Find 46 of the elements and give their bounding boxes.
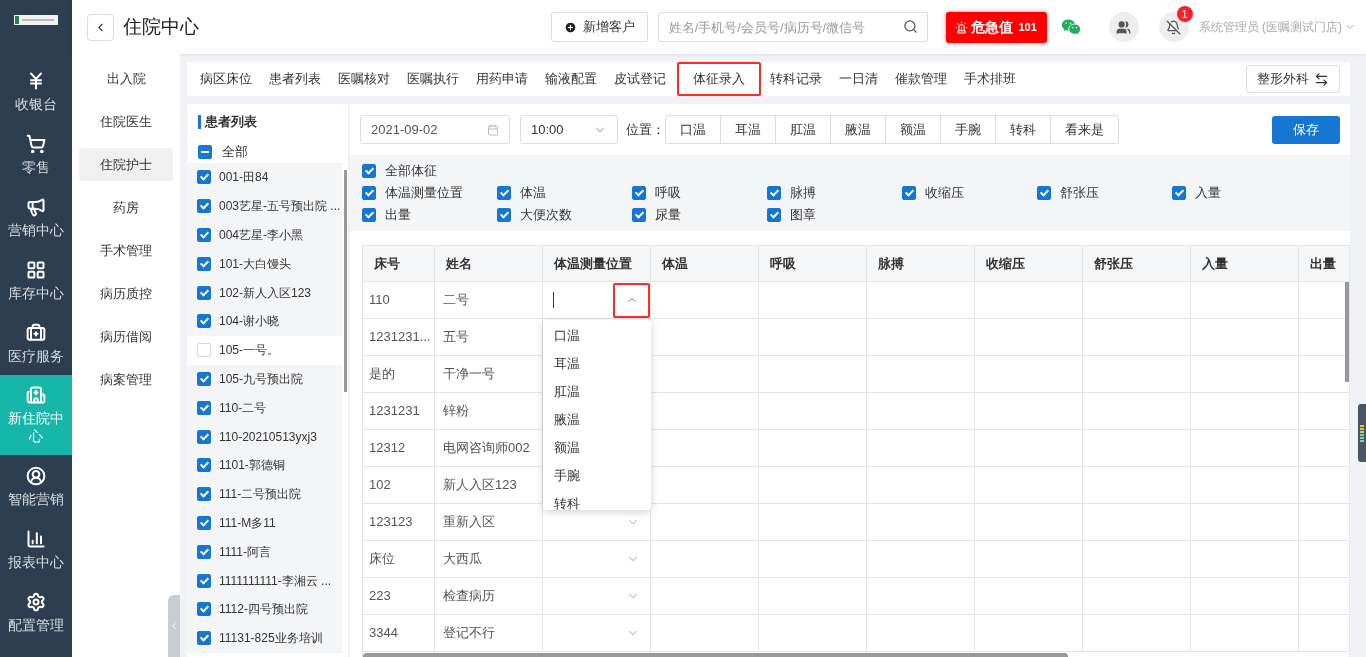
notification-badge: 1 [1176,6,1193,22]
column-header: 床号 [363,246,435,281]
checkbox-label: 舒张压 [1060,184,1099,203]
table-cell: 登记不行 [435,615,543,651]
table-cell: 3344 [363,615,435,651]
checkbox-label: 全部体征 [385,162,437,181]
table-cell: 二号 [435,282,543,318]
checkbox-label: 脉搏 [790,184,816,203]
checkbox-label: 体温测量位置 [385,184,463,203]
column-header: 出量 [1299,246,1349,281]
checkbox-label: 入量 [1195,184,1221,203]
table-cell: 123123 [363,504,435,540]
table-cell: 新人入区123 [435,467,543,503]
table-cell: 重新入区 [435,504,543,540]
checkbox-label: 收缩压 [925,184,964,203]
column-header: 呼吸 [759,246,867,281]
checkbox-label: 出量 [385,206,411,225]
column-header: 舒张压 [1083,246,1191,281]
table-cell: 干净一号 [435,356,543,392]
table-cell: 1231231... [363,319,435,355]
table-cell: 是的 [363,356,435,392]
table-cell: 12312 [363,430,435,466]
checkbox-label: 大便次数 [520,206,572,225]
table-cell: 大西瓜 [435,541,543,577]
table-cell: 102 [363,467,435,503]
panel-title: 患者列表 [198,115,257,129]
table-cell: 1231231 [363,393,435,429]
checkbox-label: 尿量 [655,206,681,225]
checkbox-label: 图章 [790,206,816,225]
table-cell: 电网咨询师002 [435,430,543,466]
position-label: 位置： [626,120,665,139]
column-header: 姓名 [435,246,543,281]
checkbox-label: 体温 [520,184,546,203]
column-header: 脉搏 [867,246,975,281]
page-title: 住院中心 [123,14,199,39]
column-header: 体温测量位置 [543,246,651,281]
checkbox-label: 呼吸 [655,184,681,203]
table-cell: 锌粉 [435,393,543,429]
table-cell: 110 [363,282,435,318]
table-cell: 床位 [363,541,435,577]
table-cell: 223 [363,578,435,614]
table-cell: 检查病历 [435,578,543,614]
column-header: 体温 [651,246,759,281]
column-header: 收缩压 [975,246,1083,281]
column-header: 入量 [1191,246,1299,281]
table-cell: 五号 [435,319,543,355]
